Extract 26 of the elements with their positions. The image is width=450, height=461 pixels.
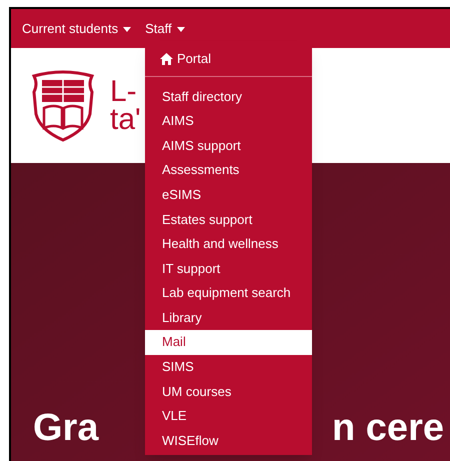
menu-item[interactable]: WISEflow (145, 428, 312, 453)
home-icon (160, 52, 173, 64)
caret-icon (176, 27, 185, 32)
menu-item[interactable]: AIMS (145, 108, 312, 134)
menu-item[interactable]: AIMS support (145, 133, 312, 158)
crest-icon (30, 70, 96, 142)
menu-item[interactable]: Health and wellness (145, 232, 312, 256)
nav-menu-button[interactable]: Staff (145, 18, 185, 38)
menu-item[interactable]: SIMS (145, 354, 312, 380)
site-title: L- (110, 78, 138, 106)
menu-item[interactable]: Lab equipment search (145, 280, 312, 306)
menu-item[interactable]: Mail (145, 330, 312, 355)
caret-icon (123, 27, 132, 32)
nav-menu-button[interactable]: Current students (22, 18, 132, 38)
menu-item[interactable]: Estates support (145, 206, 312, 232)
hero-heading: n cere (332, 409, 444, 447)
menu-item[interactable]: Assessments (145, 158, 312, 182)
hero-heading: Gra (33, 409, 98, 447)
menu-item[interactable]: Staff directory (145, 84, 312, 109)
menu-item[interactable]: VLE (145, 404, 312, 428)
menu-item[interactable]: eSIMS (145, 182, 312, 207)
menu-item[interactable]: UM courses (145, 379, 312, 404)
portal-link[interactable]: Portal (145, 41, 312, 76)
menu-item[interactable]: IT support (145, 256, 312, 281)
site-title: ta' (110, 106, 141, 134)
menu-item[interactable]: Library (145, 305, 312, 330)
